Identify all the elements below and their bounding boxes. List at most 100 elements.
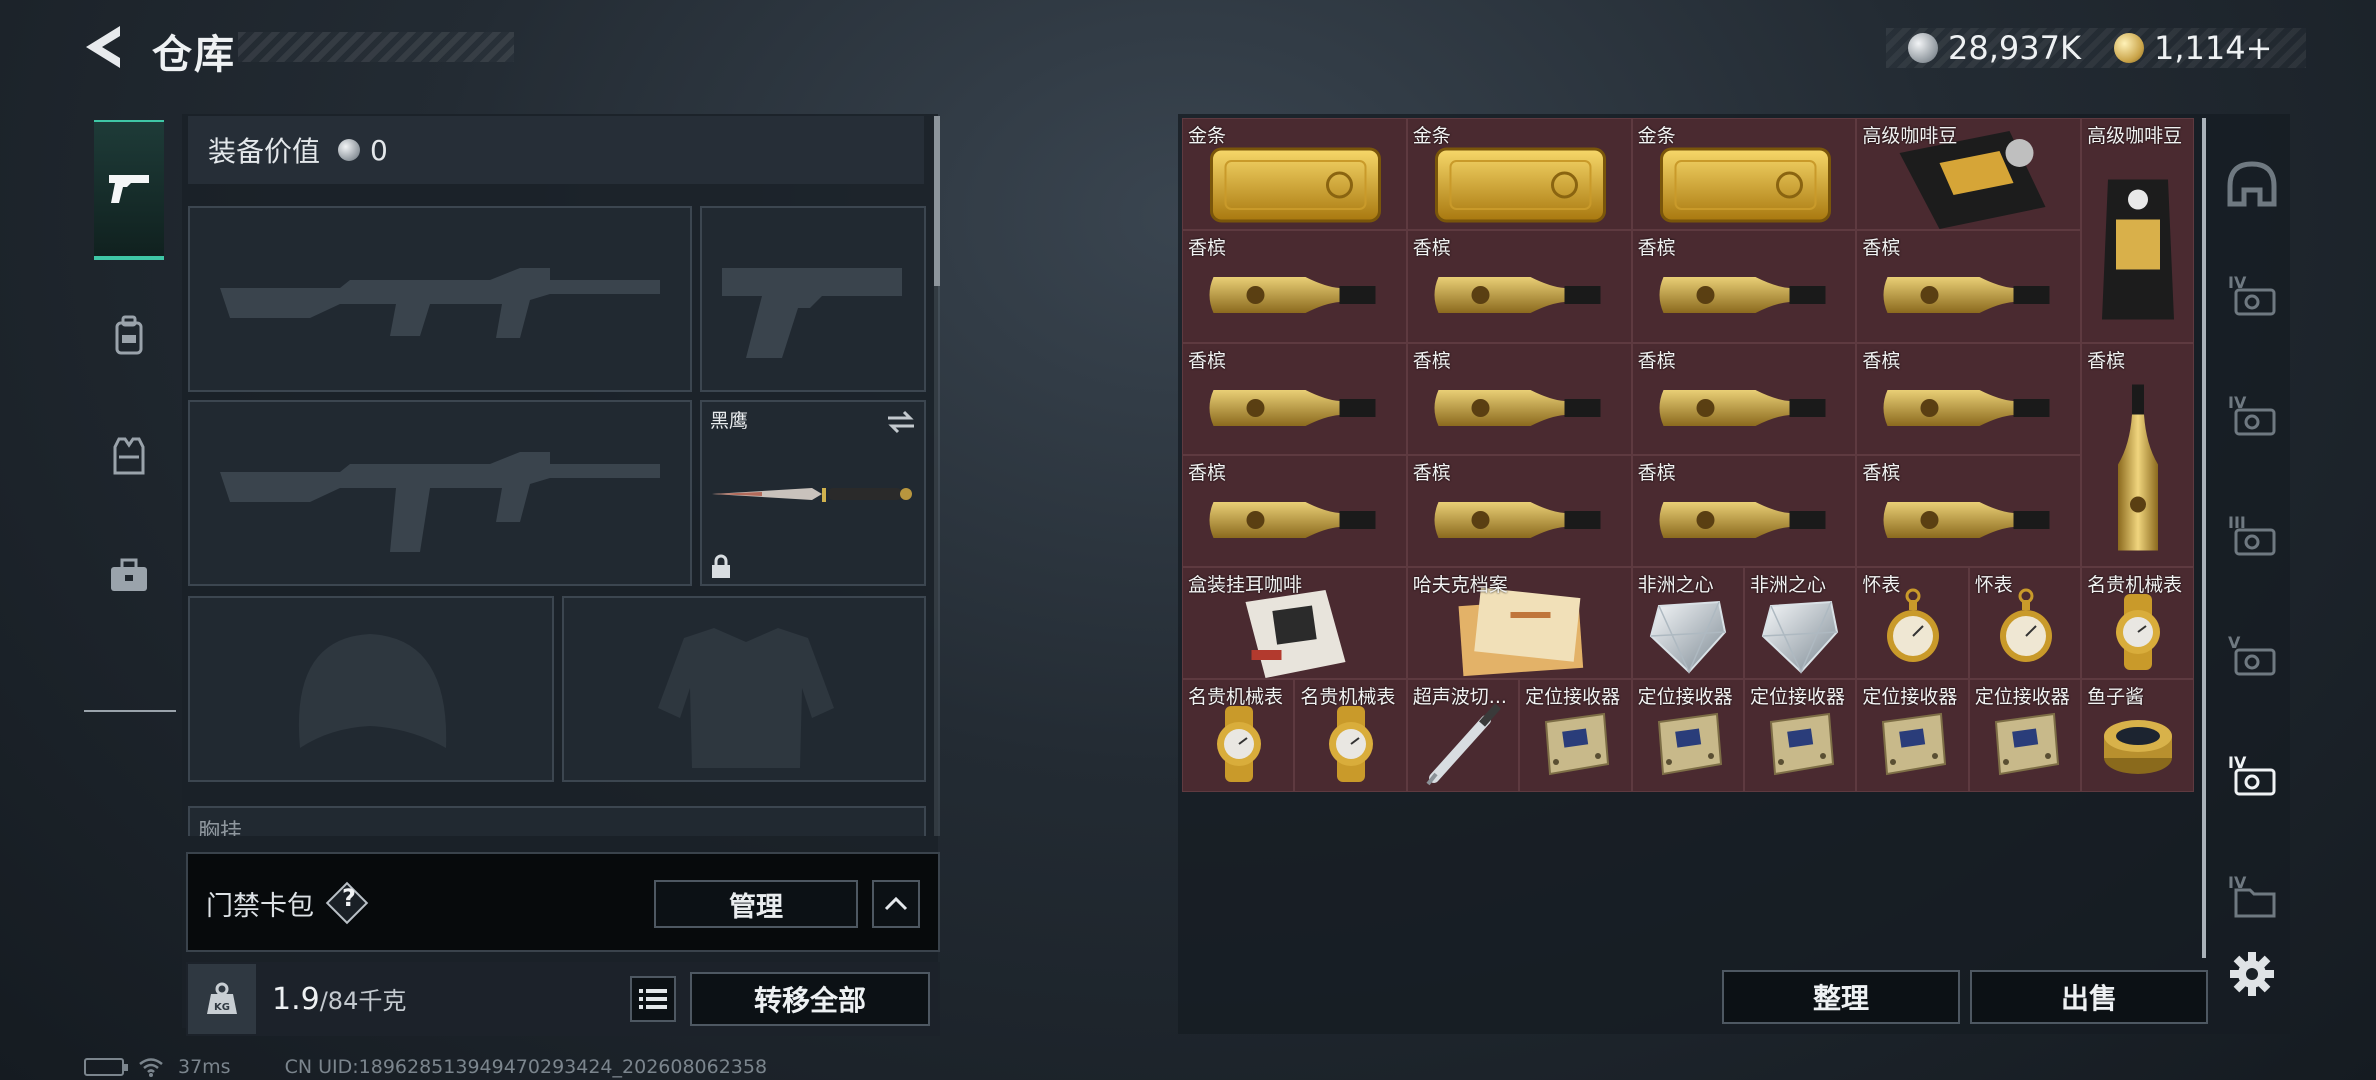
stash-item-champagne[interactable]: 香槟 [1631,342,1857,455]
stash-item-locator[interactable]: 定位接收器 [1743,679,1857,792]
page-title: 仓库 [152,32,236,78]
loadout-tabs [84,108,176,712]
secondary-weapon-slot[interactable] [188,400,692,586]
stash-item-champagne[interactable]: 香槟 [1856,342,2082,455]
weight-readout: 1.9/84千克 [272,981,406,1017]
stash-category-1[interactable]: IV [2222,264,2282,324]
stash-item-name: 香槟 [1862,349,1901,372]
stash-item-name: 香槟 [1637,461,1676,484]
stash-item-name: 香槟 [1862,461,1901,484]
stash-category-4[interactable]: V [2222,624,2282,684]
stash-item-champagne[interactable]: 香槟 [1406,230,1632,343]
silver-currency: 28,937K [1908,26,2081,70]
helmet-silhouette-icon [298,634,447,748]
melee-slot[interactable]: 黑鹰 [700,400,926,586]
armor-slot[interactable] [562,596,926,782]
stash-item-gold-bar[interactable]: 金条 [1406,118,1632,231]
sidearm-slot[interactable] [700,206,926,392]
stash-item-gold-bar[interactable]: 金条 [1631,118,1857,231]
stash-item-ultrasonic-cutter[interactable]: 超声波切... [1406,679,1520,792]
list-view-button[interactable] [630,976,676,1022]
stash-item-champagne[interactable]: 香槟 [1856,230,2082,343]
title-stripe [238,32,514,62]
helmet-slot[interactable] [188,596,554,782]
stash-item-diamond[interactable]: 非洲之心 [1743,567,1857,680]
stash-item-name: 香槟 [1412,237,1451,260]
stash-item-name: 名贵机械表 [2087,574,2183,597]
stash-item-wristwatch[interactable]: 名贵机械表 [2081,567,2194,680]
stash-item-champagne[interactable]: 香槟 [1182,342,1407,455]
stash-item-pocket-watch[interactable]: 怀表 [1968,567,2082,680]
stash-item-name: 名贵机械表 [1300,686,1396,709]
stash-item-champagne[interactable]: 香槟 [1406,454,1632,568]
stash-item-locator[interactable]: 定位接收器 [1856,679,1969,792]
stash-item-name: 香槟 [1637,237,1676,260]
armor-silhouette-icon [658,628,834,768]
stash-item-champagne[interactable]: 香槟 [1631,454,1857,568]
svg-text:KG: KG [214,1002,230,1013]
equipment-value: 装备价值 0 [188,116,924,184]
gear-icon [2230,952,2274,996]
swap-icon[interactable] [886,410,916,434]
primary-weapon-slot[interactable] [188,206,692,392]
stash-item-champagne[interactable]: 香槟 [1856,454,2082,568]
tab-backpack[interactable] [94,300,164,370]
toolbox-icon [111,558,147,591]
stash-item-wristwatch[interactable]: 名贵机械表 [1182,679,1295,792]
stash-item-wristwatch[interactable]: 名贵机械表 [1294,679,1407,792]
stash-item-document[interactable]: 哈夫克档案 [1406,567,1632,680]
silver-coin-icon [1908,33,1938,63]
manage-button[interactable]: 管理 [654,880,858,928]
stash-item-locator[interactable]: 定位接收器 [1631,679,1744,792]
ping-value: 37ms [178,1056,231,1078]
stash-item-name: 香槟 [1412,461,1451,484]
back-button[interactable] [82,22,128,72]
chest-rig-slot[interactable]: 胸挂 [188,806,926,836]
stash-category-5[interactable]: IV [2222,744,2282,804]
back-arrow-icon [86,26,120,68]
stash-item-coffee-box[interactable]: 盒装挂耳咖啡 [1182,567,1407,680]
stash-item-champagne[interactable]: 香槟 [1631,230,1857,343]
stash-item-pocket-watch[interactable]: 怀表 [1856,567,1969,680]
transfer-all-button[interactable]: 转移全部 [690,972,930,1026]
gold-coin-icon [2114,33,2144,63]
sort-button[interactable]: 整理 [1722,970,1960,1024]
stash-item-champagne[interactable]: 香槟 [1182,454,1407,568]
stash-item-champagne[interactable]: 香槟 [1182,230,1407,343]
sell-button[interactable]: 出售 [1970,970,2208,1024]
stash-item-name: 怀表 [1974,574,2013,597]
stash-item-name: 非洲之心 [1637,574,1714,597]
collapse-button[interactable] [872,880,920,928]
tab-toolbox[interactable] [94,540,164,610]
gold-currency[interactable]: 1,114+ [2114,26,2272,70]
stash-item-gold-bar[interactable]: 金条 [1182,118,1407,231]
stash-scrollbar[interactable] [2202,118,2206,958]
vest-icon [113,437,145,475]
case-iii-icon: III [2228,513,2276,556]
stash-item-locator[interactable]: 定位接收器 [1968,679,2082,792]
tab-vest[interactable] [94,420,164,490]
stash-item-champagne-upright[interactable]: 香槟 [2081,342,2194,568]
stash-category-2[interactable]: IV [2222,384,2282,444]
stash-item-champagne[interactable]: 香槟 [1406,342,1632,455]
stash-item-coffee-bag-tall[interactable]: 高级咖啡豆 [2081,118,2194,343]
stash-item-name: 香槟 [1637,349,1676,372]
stash-item-diamond[interactable]: 非洲之心 [1631,567,1744,680]
stash-item-name: 定位接收器 [1749,686,1845,709]
gold-amount: 1,114+ [2154,29,2273,67]
system-status-bar: 37ms CN UID:18962851394947029342​4_20260… [84,1056,767,1078]
tab-weapons[interactable] [94,120,164,260]
stash-category-3[interactable]: III [2222,504,2282,564]
equipment-scroll-thumb[interactable] [934,116,940,286]
equipment-value-amount: 0 [370,133,388,167]
stash-category-0[interactable] [2222,154,2282,214]
weight-max: /84千克 [319,987,407,1015]
pistol-silhouette-icon [722,268,902,358]
stash-category-6[interactable]: IV [2222,864,2282,924]
rifle-silhouette-icon [220,268,660,338]
stash-item-coffee-bag[interactable]: 高级咖啡豆 [1856,118,2082,231]
stash-item-caviar[interactable]: 鱼子酱 [2081,679,2194,792]
settings-button[interactable] [2228,950,2276,998]
stash-item-locator[interactable]: 定位接收器 [1519,679,1632,792]
wifi-icon [139,1058,163,1077]
